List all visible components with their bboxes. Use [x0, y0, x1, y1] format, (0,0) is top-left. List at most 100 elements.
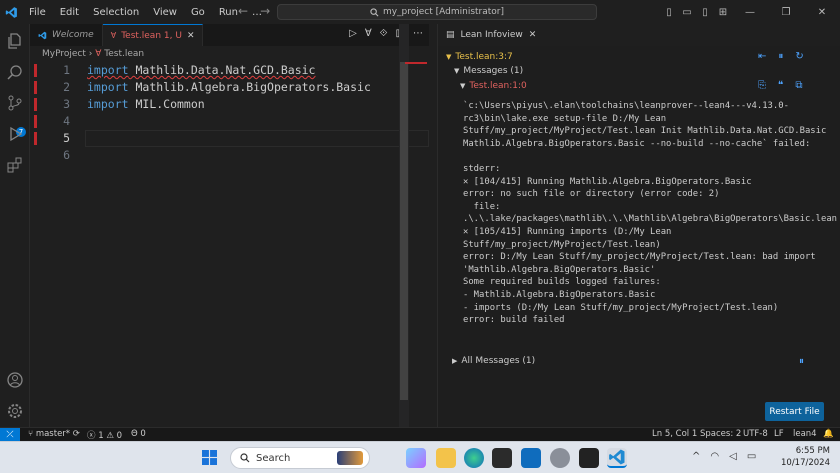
language-mode[interactable]: lean4 [793, 429, 817, 439]
menu-view[interactable]: View [146, 7, 184, 18]
editor-group: Welcome ∀ Test.lean 1, U ✕ ▷ ∀ ⟐ ▥ ⋯ MyP… [30, 24, 429, 427]
messages-header[interactable]: ▼ Messages (1) [454, 66, 523, 76]
file-explorer-icon[interactable] [436, 448, 456, 468]
tab-lean-infoview[interactable]: ▤ Lean Infoview ✕ [438, 24, 545, 46]
error-message-text: `c:\Users\piyus\.elan\toolchains\leanpro… [463, 101, 838, 326]
menu-edit[interactable]: Edit [53, 7, 86, 18]
infoview-toggle-icon[interactable]: ⟐ [380, 28, 388, 39]
code-line: 4 [30, 113, 429, 130]
settings-gear-icon[interactable] [6, 402, 24, 420]
vscode-taskbar-icon[interactable] [607, 448, 627, 468]
settings-app-icon[interactable] [550, 448, 570, 468]
system-tray: ^ ◠ ◁ ▭ [692, 451, 756, 462]
battery-icon[interactable]: ▭ [747, 451, 756, 462]
toggle-secondary-sidebar-icon[interactable]: ▯ [696, 7, 714, 18]
editor-scrollbar-thumb[interactable] [400, 62, 408, 400]
breadcrumb-folder[interactable]: MyProject [42, 49, 86, 59]
restore-icon[interactable]: ❐ [768, 7, 804, 18]
lean-tools-icon[interactable]: ∀ [365, 28, 372, 39]
breadcrumb-file[interactable]: Test.lean [104, 49, 144, 59]
extensions-icon[interactable] [6, 156, 24, 174]
code-text: import Mathlib.Data.Nat.GCD.Basic [87, 62, 315, 79]
chevron-up-icon[interactable]: ^ [692, 451, 700, 462]
error-gutter-marker [34, 81, 37, 94]
toggle-sidebar-icon[interactable]: ▯ [660, 7, 678, 18]
cursor-position[interactable]: Ln 5, Col 1 [652, 429, 697, 439]
pause-icon[interactable]: ⏸ [799, 356, 804, 367]
code-area[interactable]: 1 import Mathlib.Data.Nat.GCD.Basic 2 im… [30, 62, 429, 164]
tab-test-lean[interactable]: ∀ Test.lean 1, U ✕ [102, 24, 204, 46]
warning-count: ⚠ 0 [106, 431, 123, 441]
end-of-line[interactable]: LF [774, 429, 784, 439]
message-header[interactable]: ▼ Test.lean:1:0 [460, 81, 527, 91]
refresh-icon[interactable]: ↻ [795, 51, 803, 62]
close-tab-icon[interactable]: ✕ [187, 31, 195, 41]
remote-indicator-icon[interactable]: ⤫ [0, 428, 20, 442]
message-actions: ⎘ ❝ ⧉ [758, 80, 803, 91]
close-icon[interactable]: ✕ [804, 7, 840, 18]
restart-file-button[interactable]: Restart File [765, 402, 824, 421]
tab-label: Welcome [52, 30, 94, 40]
run-icon[interactable]: ▷ [349, 28, 357, 39]
outlook-icon[interactable] [521, 448, 541, 468]
speaker-icon[interactable]: ◁ [729, 451, 737, 462]
line-number: 1 [63, 63, 70, 77]
search-icon[interactable] [6, 64, 24, 82]
indentation[interactable]: Spaces: 2 [700, 429, 741, 439]
copy-to-comment-icon[interactable]: ❝ [778, 80, 783, 91]
account-icon[interactable] [6, 371, 24, 389]
menu-file[interactable]: File [22, 7, 53, 18]
history-nav: ← → [238, 4, 270, 18]
infoview-body: ▼ Test.lean:3:7 ⇤ ⏸ ↻ ▼ Messages (1) ▼ T… [438, 46, 840, 427]
minimize-icon[interactable]: — [732, 7, 768, 18]
more-actions-icon[interactable]: ⋯ [413, 28, 423, 39]
problems-indicator[interactable]: ⓧ 1 ⚠ 0 [87, 429, 122, 441]
source-control-icon[interactable] [6, 94, 24, 112]
breadcrumb: MyProject › ∀ Test.lean [42, 49, 144, 59]
command-center-search[interactable]: my_project [Administrator] [277, 4, 597, 20]
vscode-logo-icon[interactable] [0, 0, 22, 24]
keyword: import [87, 63, 129, 77]
taskbar-search[interactable]: Search [230, 447, 370, 469]
wifi-icon[interactable]: ◠ [710, 451, 719, 462]
back-arrow-icon[interactable]: ← [238, 4, 248, 18]
error-count: ⓧ 1 [87, 431, 104, 441]
go-to-file-icon[interactable]: ⎘ [758, 80, 766, 91]
error-gutter-marker [34, 132, 37, 145]
edge-browser-icon[interactable] [464, 448, 484, 468]
forward-arrow-icon[interactable]: → [260, 4, 270, 18]
tab-welcome[interactable]: Welcome [30, 24, 103, 46]
close-tab-icon[interactable]: ✕ [529, 30, 537, 40]
clock[interactable]: 6:55 PM 10/17/2024 [781, 445, 830, 469]
all-messages-header[interactable]: ▶ All Messages (1) [452, 356, 535, 366]
customize-layout-icon[interactable]: ⊞ [714, 7, 732, 18]
pause-icon[interactable]: ⏸ [778, 51, 783, 62]
code-line: 6 [30, 147, 429, 164]
messages-label: Messages (1) [463, 66, 524, 76]
code-rest: Mathlib.Data.Nat.GCD.Basic [128, 63, 316, 77]
run-debug-icon[interactable] [6, 125, 24, 143]
toggle-panel-icon[interactable]: ▭ [678, 7, 696, 18]
store-icon[interactable] [492, 448, 512, 468]
taskbar-search-label: Search [256, 452, 291, 464]
all-messages-label: All Messages (1) [461, 356, 536, 366]
lean-file-icon: ∀ [95, 49, 102, 59]
location-header[interactable]: ▼ Test.lean:3:7 [446, 52, 513, 62]
notifications-icon[interactable]: 🔔 [823, 429, 834, 439]
windows-start-icon[interactable] [202, 450, 217, 465]
windows-taskbar: Search ^ ◠ ◁ ▭ 6:55 PM 10/17/2024 [0, 441, 840, 473]
code-text: import Mathlib.Algebra.BigOperators.Basi… [87, 79, 371, 96]
ports-indicator[interactable]: Θ 0 [131, 429, 146, 439]
menu-go[interactable]: Go [184, 7, 212, 18]
explorer-icon[interactable] [6, 32, 24, 50]
menu-selection[interactable]: Selection [86, 7, 146, 18]
keyword: import [87, 97, 129, 111]
pin-icon[interactable]: ⇤ [758, 51, 766, 62]
code-line: 1 import Mathlib.Data.Nat.GCD.Basic [30, 62, 429, 79]
copilot-icon[interactable] [406, 448, 426, 468]
sync-icon: ⟳ [72, 429, 80, 439]
encoding[interactable]: UTF-8 [743, 429, 768, 439]
terminal-icon[interactable] [579, 448, 599, 468]
branch-indicator[interactable]: ⑂ master* ⟳ [28, 429, 80, 439]
copy-icon[interactable]: ⧉ [795, 80, 802, 91]
